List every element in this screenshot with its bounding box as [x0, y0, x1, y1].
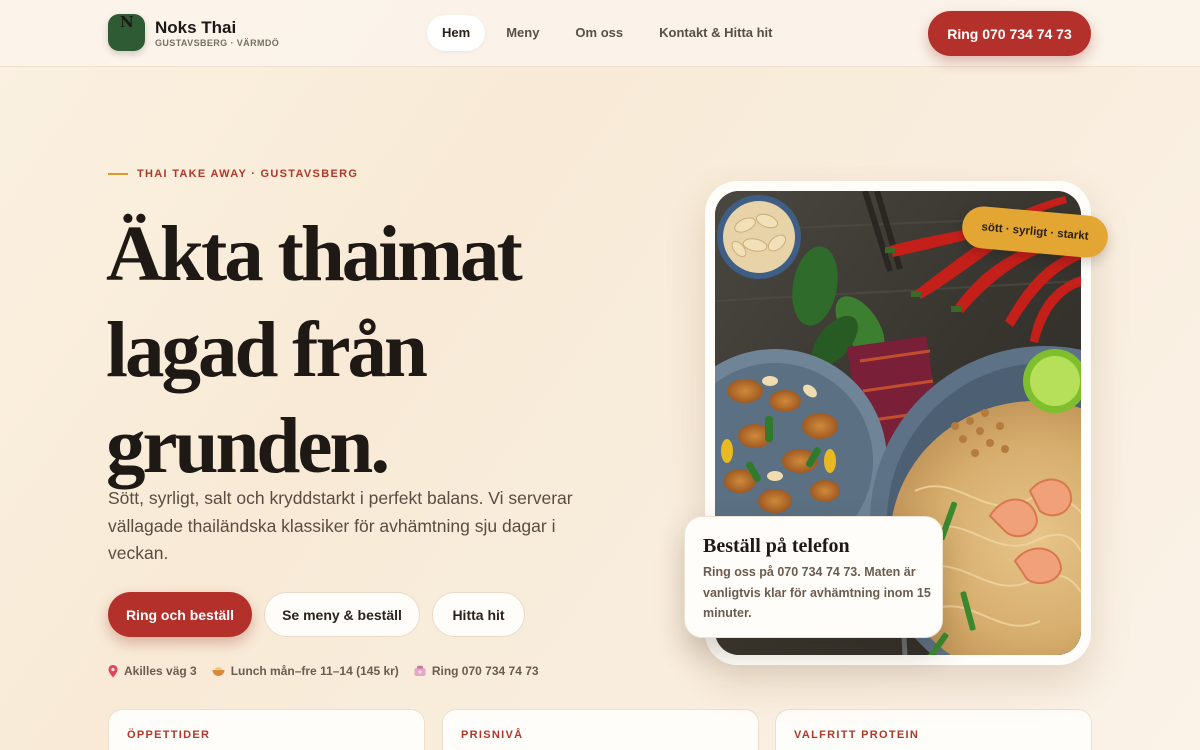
- eyebrow-text: THAI TAKE AWAY · GUSTAVSBERG: [137, 168, 359, 180]
- headline-line-3: grunden.: [106, 403, 390, 490]
- brand-subtitle: GUSTAVSBERG · VÄRMDÖ: [155, 37, 280, 48]
- logo-letter: N: [120, 13, 134, 31]
- eyebrow: THAI TAKE AWAY · GUSTAVSBERG: [108, 168, 358, 180]
- order-card: Beställ på telefon Ring oss på 070 734 7…: [684, 516, 943, 638]
- card-label-price-level: PRISNIVÅ: [461, 729, 524, 741]
- hero-lead: Sött, syrligt, salt och kryddstarkt i pe…: [108, 488, 573, 563]
- nav-link-kontakt[interactable]: Kontakt & Hitta hit: [644, 15, 787, 51]
- map-pin-icon: [108, 664, 118, 678]
- info-address: Akilles väg 3: [108, 664, 197, 678]
- card-label-opening-hours: ÖPPETTIDER: [127, 729, 211, 741]
- brand[interactable]: N Noks Thai GUSTAVSBERG · VÄRMDÖ: [108, 13, 279, 51]
- info-address-text: Akilles väg 3: [124, 664, 197, 678]
- info-lunch: Lunch mån–fre 11–14 (145 kr): [212, 664, 399, 678]
- hero-headline: Äkta thaimat lagad från grunden.: [106, 207, 666, 495]
- card-label-protein: VALFRITT PROTEIN: [794, 729, 920, 741]
- nav-link-om-oss[interactable]: Om oss: [560, 15, 638, 51]
- brand-name: Noks Thai: [155, 17, 237, 37]
- find-us-button[interactable]: Hitta hit: [432, 592, 525, 637]
- order-call-button[interactable]: Ring och beställ: [108, 592, 252, 637]
- bowl-icon: [212, 666, 225, 677]
- top-nav: N Noks Thai GUSTAVSBERG · VÄRMDÖ Hem Men…: [0, 0, 1200, 67]
- card-protein: VALFRITT PROTEIN: [775, 709, 1092, 750]
- logo: N: [108, 13, 145, 51]
- order-card-title: Beställ på telefon: [703, 535, 850, 557]
- nav-link-meny[interactable]: Meny: [491, 15, 554, 51]
- headline-line-2: lagad från: [106, 307, 428, 394]
- nav-link-hem[interactable]: Hem: [427, 15, 486, 51]
- nav-links: Hem Meny Om oss Kontakt & Hitta hit: [427, 15, 794, 51]
- cta-row: Ring och beställ Se meny & beställ Hitta…: [108, 592, 537, 637]
- call-button[interactable]: Ring 070 734 74 73: [928, 11, 1091, 56]
- phone-icon: [414, 665, 426, 677]
- info-lunch-text: Lunch mån–fre 11–14 (145 kr): [230, 664, 399, 678]
- info-row: Akilles väg 3 Lunch mån–fre 11–14 (145 k…: [108, 664, 554, 678]
- card-opening-hours: ÖPPETTIDER: [108, 709, 425, 750]
- info-phone[interactable]: Ring 070 734 74 73: [414, 664, 539, 678]
- card-price-level: PRISNIVÅ: [442, 709, 759, 750]
- order-card-text: Ring oss på 070 734 74 73. Maten är vanl…: [703, 565, 931, 620]
- eyebrow-line: [108, 173, 128, 175]
- menu-order-button[interactable]: Se meny & beställ: [264, 592, 420, 637]
- info-phone-text: Ring 070 734 74 73: [431, 664, 539, 678]
- headline-line-1: Äkta thaimat: [106, 211, 523, 298]
- brand-text: Noks Thai GUSTAVSBERG · VÄRMDÖ: [155, 18, 279, 48]
